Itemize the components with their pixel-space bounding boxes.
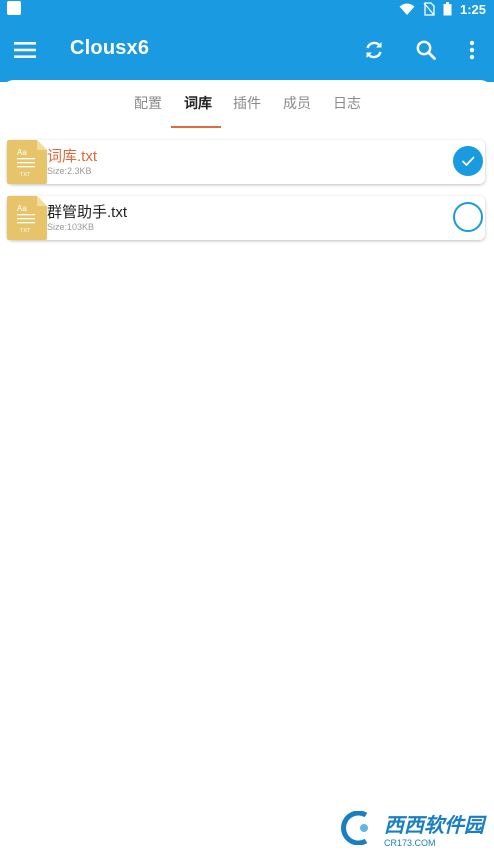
file-name: 词库.txt	[47, 148, 98, 165]
file-item[interactable]: Aa TXT 词库.txt Size:2.3KB	[7, 140, 485, 184]
txt-file-icon: Aa TXT	[7, 140, 47, 184]
file-icon-label: Aa	[17, 204, 27, 213]
logo-icon	[341, 811, 368, 845]
txt-file-icon: Aa TXT	[7, 196, 47, 240]
status-time: 1:25	[459, 1, 486, 17]
file-size: Size:2.3KB	[47, 166, 92, 176]
file-item[interactable]: Aa TXT 群管助手.txt Size:103KB	[7, 196, 485, 240]
tab-config[interactable]: 配置	[126, 93, 170, 129]
more-button[interactable]	[459, 37, 485, 63]
tab-lexicon[interactable]: 词库	[176, 93, 220, 129]
status-bar: 1:25	[0, 0, 494, 18]
file-size: Size:103KB	[47, 222, 95, 232]
more-vertical-icon	[469, 40, 475, 60]
status-icons: 1:25	[399, 0, 486, 18]
active-tab-indicator	[171, 126, 221, 128]
tab-members[interactable]: 成员	[275, 93, 319, 129]
search-icon	[416, 40, 436, 60]
selected-checkbox[interactable]	[453, 146, 483, 176]
watermark-text: 西西软件园	[384, 814, 484, 837]
watermark: 西西软件园 CR173.COM	[336, 810, 484, 848]
unselected-checkbox[interactable]	[453, 202, 483, 232]
tab-bar: 配置 词库 插件 成员 日志	[0, 93, 494, 129]
file-name: 群管助手.txt	[47, 204, 128, 221]
notification-icon	[7, 1, 21, 15]
app-title: Clousx6	[70, 37, 150, 59]
check-icon	[462, 156, 475, 166]
watermark-subtext: CR173.COM	[384, 837, 436, 848]
menu-icon[interactable]	[14, 41, 36, 59]
file-icon-type: TXT	[20, 228, 31, 234]
file-icon-label: Aa	[17, 148, 27, 157]
tab-logs[interactable]: 日志	[325, 93, 369, 129]
refresh-icon	[366, 41, 382, 59]
file-icon-type: TXT	[20, 172, 31, 178]
wifi-icon	[399, 3, 415, 15]
tab-plugins[interactable]: 插件	[225, 93, 269, 129]
battery-icon	[443, 2, 452, 16]
search-button[interactable]	[413, 37, 439, 63]
sim-off-icon	[423, 2, 435, 16]
refresh-button[interactable]	[361, 37, 387, 63]
app-bar: Clousx6	[0, 18, 494, 82]
